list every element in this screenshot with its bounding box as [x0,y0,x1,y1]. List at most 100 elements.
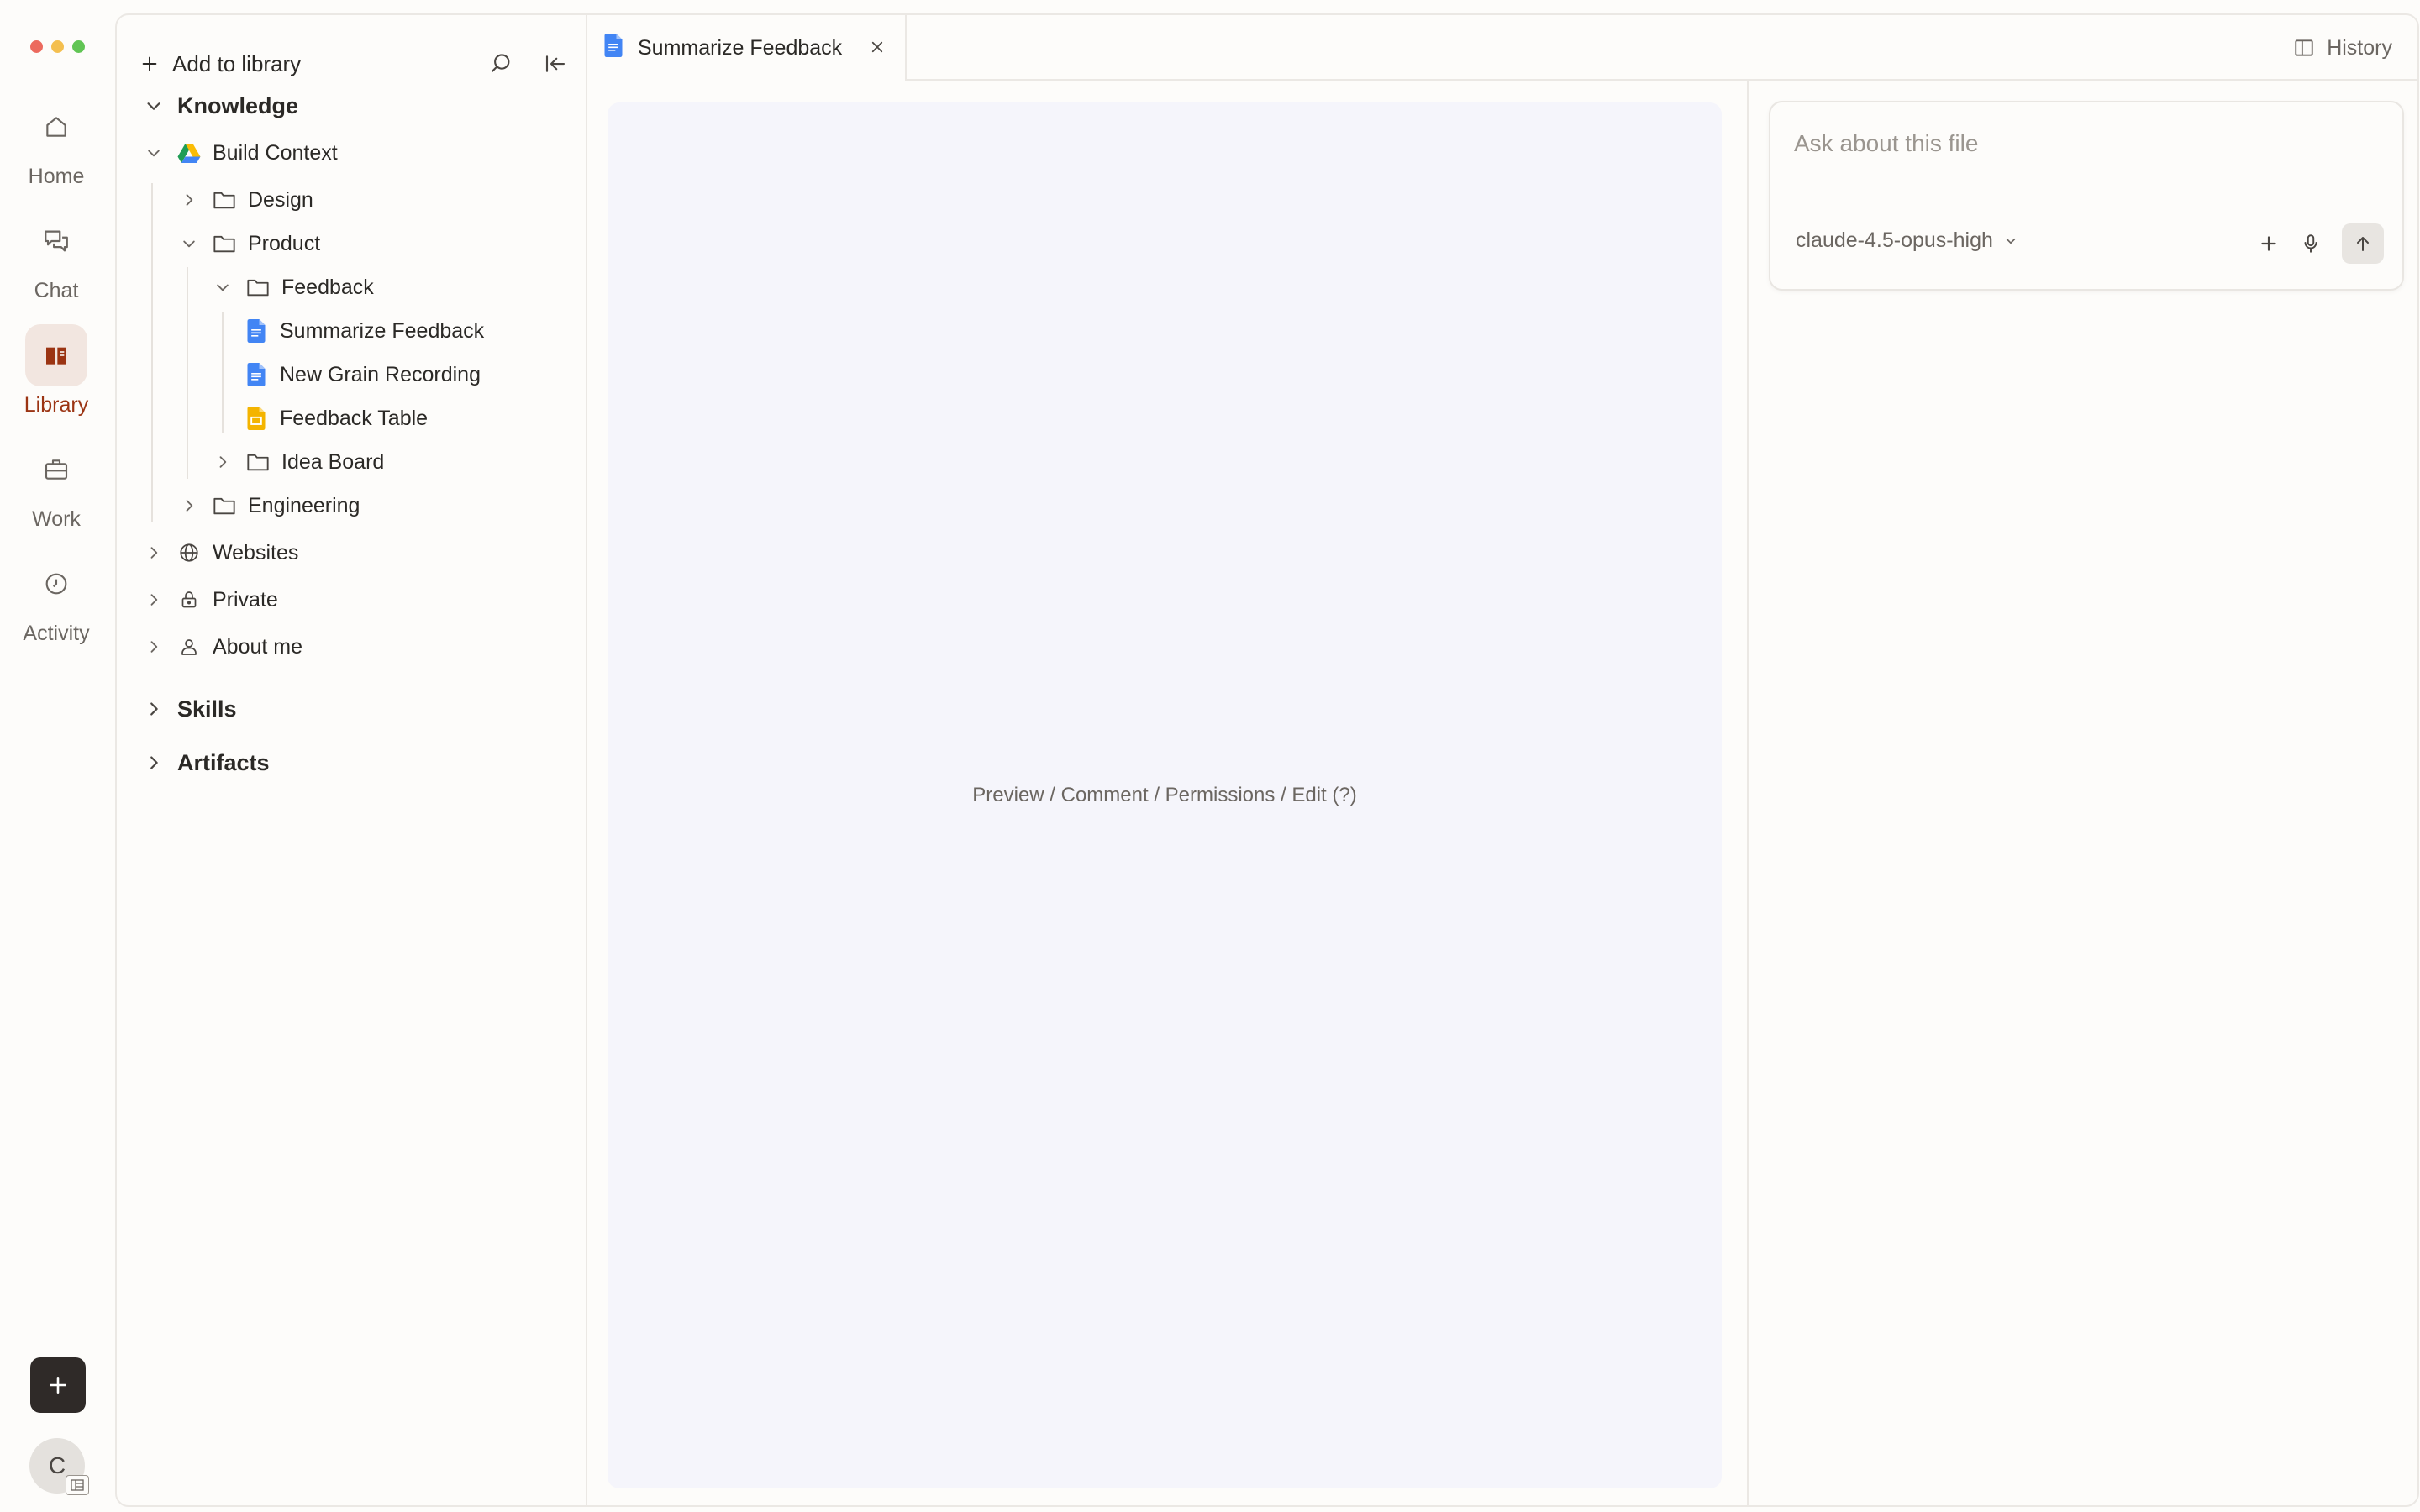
preview-placeholder-text: Preview / Comment / Permissions / Edit (… [972,784,1357,806]
summarize-feedback-label: Summarize Feedback [280,318,485,343]
rail-item-work[interactable]: Work [0,438,113,532]
chevron-down-icon [144,96,164,116]
build-context-label: Build Context [213,140,338,165]
google-slides-icon [245,407,268,430]
tree-item-idea-board[interactable]: Idea Board [213,440,384,484]
rail-item-home[interactable]: Home [0,96,113,189]
close-icon[interactable] [870,36,885,60]
globe-icon [177,541,201,564]
google-doc-icon [245,363,268,386]
chevron-down-icon [213,277,233,297]
chat-icon [25,210,87,272]
tree-item-design[interactable]: Design [179,178,313,222]
folder-icon [213,232,236,255]
tab-bar: Summarize Feedback History [587,15,2417,81]
folder-icon [213,494,236,517]
engineering-label: Engineering [248,493,360,517]
feedback-label: Feedback [281,275,374,299]
tree-item-websites[interactable]: Websites [144,531,298,575]
library-sidebar: Add to library Knowledge Build Context D… [117,15,587,1505]
minimize-window-button[interactable] [51,40,64,53]
tree-item-build-context[interactable]: Build Context [144,131,338,175]
chevron-down-icon [179,234,199,254]
clock-icon [25,553,87,615]
tree-guide-line [222,312,224,433]
avatar-initial: C [48,1452,66,1478]
send-button[interactable] [2342,223,2384,264]
chevron-right-icon [144,590,164,610]
tree-item-product[interactable]: Product [179,222,320,265]
rail-label-work: Work [32,507,81,531]
ask-input[interactable] [1794,123,2365,165]
about-me-label: About me [213,634,303,659]
design-label: Design [248,187,313,212]
tree-item-new-grain-recording[interactable]: New Grain Recording [245,353,481,396]
chevron-right-icon [144,699,164,719]
section-knowledge[interactable]: Knowledge [144,84,298,128]
library-icon [25,324,87,386]
tree-item-feedback[interactable]: Feedback [213,265,374,309]
user-icon [177,635,201,659]
rail-item-activity[interactable]: Activity [0,553,113,646]
new-grain-recording-label: New Grain Recording [280,362,481,386]
microphone-icon[interactable] [2300,232,2322,255]
folder-icon [246,276,270,299]
folder-icon [213,188,236,212]
model-selector[interactable]: claude-4.5-opus-high [1796,228,2018,253]
tree-item-engineering[interactable]: Engineering [179,484,360,528]
collapse-sidebar-icon[interactable] [542,51,569,76]
rail-label-activity: Activity [23,622,90,645]
chevron-right-icon [179,496,199,516]
tree-item-about-me[interactable]: About me [144,625,302,669]
rail-item-library[interactable]: Library [0,324,113,417]
section-skills[interactable]: Skills [144,687,237,731]
ask-box: claude-4.5-opus-high [1769,101,2404,291]
add-to-library-button[interactable]: Add to library [140,51,301,77]
section-artifacts[interactable]: Artifacts [144,741,270,785]
chevron-right-icon [144,753,164,773]
skills-label: Skills [177,696,237,722]
new-item-button[interactable] [30,1357,86,1413]
tree-item-summarize-feedback[interactable]: Summarize Feedback [245,309,484,353]
chevron-down-icon [2006,238,2016,244]
plus-icon [50,1377,66,1394]
file-preview[interactable]: Preview / Comment / Permissions / Edit (… [608,102,1722,1488]
artifacts-label: Artifacts [177,749,270,775]
tree-item-feedback-table[interactable]: Feedback Table [245,396,428,440]
attach-plus-icon[interactable] [2258,233,2280,255]
home-icon [25,96,87,158]
chevron-right-icon [213,452,233,472]
idea-board-label: Idea Board [281,449,385,474]
workspace-icon [66,1475,89,1495]
chevron-right-icon [144,543,164,563]
history-label: History [2327,35,2392,60]
private-label: Private [213,587,278,612]
chevron-right-icon [144,637,164,657]
feedback-table-label: Feedback Table [280,406,429,430]
model-label: claude-4.5-opus-high [1796,228,1993,252]
rail-label-home: Home [28,165,85,188]
tree-guide-line [187,267,188,479]
rail-item-chat[interactable]: Chat [0,210,113,303]
chevron-down-icon [144,143,164,163]
google-doc-icon [604,33,623,63]
rail-label-chat: Chat [34,279,79,302]
product-label: Product [248,231,321,255]
tab-summarize-feedback[interactable]: Summarize Feedback [587,15,907,81]
tree-item-private[interactable]: Private [144,578,278,622]
briefcase-icon [25,438,87,501]
app: Home Chat Library Work Activity C Add to… [0,0,2420,1512]
search-icon[interactable] [488,51,513,76]
close-window-button[interactable] [30,40,43,53]
google-doc-icon [245,319,268,343]
folder-icon [246,450,270,474]
panel-icon [2295,39,2313,56]
add-to-library-label: Add to library [172,50,302,76]
zoom-window-button[interactable] [72,40,85,53]
history-button[interactable]: History [2293,15,2392,81]
arrow-up-icon [2357,237,2369,251]
knowledge-label: Knowledge [177,92,299,118]
chevron-right-icon [179,190,199,210]
ask-panel: claude-4.5-opus-high [1747,81,2417,1505]
tab-title: Summarize Feedback [638,35,843,60]
